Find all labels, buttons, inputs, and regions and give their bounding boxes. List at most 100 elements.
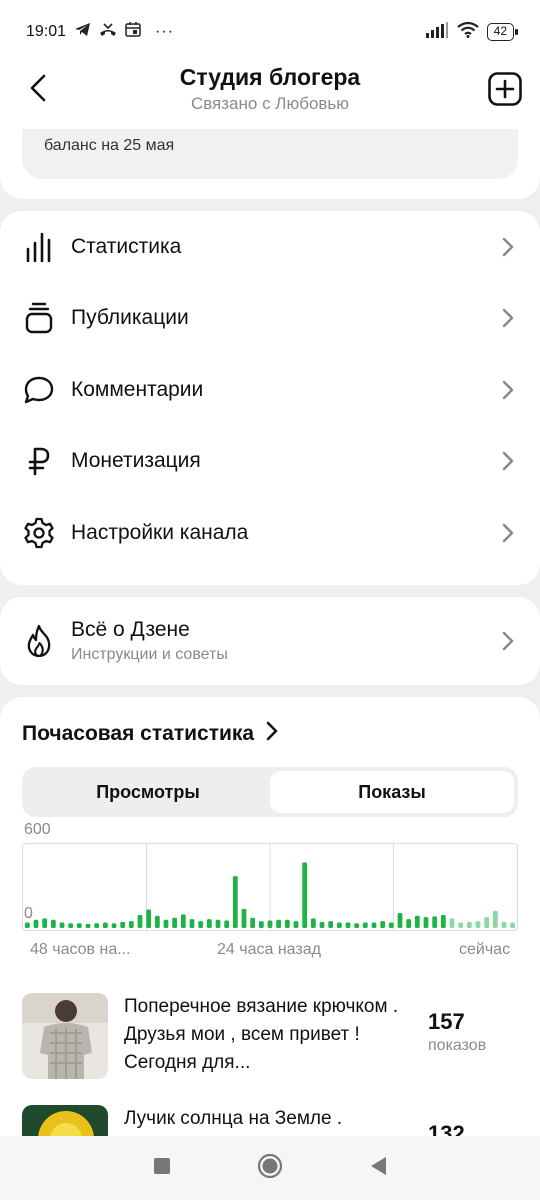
- publication-thumbnail: [22, 993, 108, 1079]
- chart-bar: [302, 862, 308, 928]
- more-indicator: ···: [155, 23, 175, 40]
- chart-bar: [267, 920, 273, 928]
- impressions-unit: показов: [428, 1037, 487, 1054]
- chart-bar: [380, 921, 386, 928]
- chart-bar: [354, 923, 360, 928]
- tab-impressions[interactable]: Показы: [270, 771, 514, 813]
- flame-icon: [22, 624, 56, 658]
- chart-bar: [319, 921, 325, 928]
- publication-impressions: 157 показов: [428, 993, 518, 1079]
- page-title: Студия блогера: [179, 64, 361, 90]
- chart-bar: [406, 919, 412, 928]
- impressions-count: 157: [428, 1009, 465, 1034]
- status-right: 42: [425, 21, 519, 43]
- chevron-right-icon: [498, 235, 518, 259]
- about-zen-title: Всё о Дзене: [71, 618, 190, 641]
- chart-bar: [111, 923, 117, 928]
- y-tick-label-max: 600: [24, 821, 51, 838]
- hourly-stats-header[interactable]: Почасовая статистика: [22, 721, 278, 746]
- comment-icon: [22, 373, 56, 407]
- chart-bar: [310, 918, 316, 928]
- status-bar: 19:01 ··· 42: [0, 0, 540, 64]
- about-zen-card[interactable]: Всё о Дзене Инструкции и советы: [0, 597, 540, 685]
- recent-apps-button[interactable]: [153, 1157, 171, 1180]
- ruble-icon: [22, 444, 56, 478]
- chart-bar: [154, 915, 160, 928]
- chart-bar: [250, 917, 256, 928]
- chart-bar: [50, 919, 56, 928]
- chart-bar: [449, 918, 455, 928]
- status-time: 19:01: [26, 23, 67, 40]
- publications-icon: [22, 301, 56, 335]
- chart-bar: [163, 919, 169, 928]
- battery-indicator: 42: [486, 23, 519, 41]
- gear-icon: [22, 516, 56, 550]
- menu-item-label: Монетизация: [71, 449, 201, 473]
- balance-card: баланс на 25 мая: [0, 129, 540, 199]
- chart-bar: [198, 921, 204, 928]
- signal-icon: [425, 21, 449, 43]
- page-subtitle: Связано с Любовью: [190, 94, 350, 113]
- chart-bar: [362, 922, 368, 928]
- chart-bar: [180, 914, 186, 928]
- telegram-icon: [74, 22, 91, 42]
- chart-bar: [241, 908, 247, 928]
- chevron-right-icon: [498, 306, 518, 330]
- chart-bar: [120, 921, 126, 928]
- chart-bar: [24, 922, 30, 928]
- chart-bar: [336, 922, 342, 928]
- chart-bar: [33, 919, 39, 928]
- calendar-icon: [125, 22, 141, 42]
- chart-bar: [224, 920, 230, 928]
- chart-bar: [232, 876, 238, 928]
- chart-bar: [59, 922, 65, 928]
- chart-bar: [258, 921, 264, 928]
- chart-bar: [371, 922, 377, 928]
- chart-bar: [466, 921, 472, 928]
- hourly-stats-title: Почасовая статистика: [22, 721, 255, 745]
- chart-bar: [146, 909, 152, 928]
- menu-item-monetization[interactable]: Монетизация: [0, 426, 540, 498]
- menu-item-label: Публикации: [71, 306, 189, 330]
- chart-svg: [24, 844, 516, 930]
- missed-call-icon: [99, 22, 117, 42]
- publication-item[interactable]: Поперечное вязание крючком . Друзья мои …: [22, 993, 518, 1079]
- chart-bar: [501, 921, 507, 928]
- chart-bar: [137, 915, 143, 928]
- add-publication-button[interactable]: [486, 70, 524, 108]
- home-button[interactable]: [257, 1153, 283, 1184]
- chart-bar: [128, 921, 134, 928]
- menu-item-statistics[interactable]: Статистика: [0, 211, 540, 283]
- chart-bar: [458, 922, 464, 928]
- chart-bar: [68, 923, 74, 928]
- chart-bar: [484, 917, 490, 928]
- balance-box[interactable]: баланс на 25 мая: [22, 129, 518, 179]
- chart-bar: [76, 923, 82, 928]
- system-nav-bar: [0, 1136, 540, 1200]
- x-tick-label-mid: 24 часа назад: [217, 941, 321, 958]
- menu-item-channel-settings[interactable]: Настройки канала: [0, 497, 540, 569]
- chevron-right-icon: [498, 449, 518, 473]
- chart-bar: [328, 921, 334, 928]
- back-nav-button[interactable]: [369, 1156, 387, 1181]
- menu-item-publications[interactable]: Публикации: [0, 283, 540, 355]
- chart-bar: [293, 921, 299, 928]
- menu-item-label: Настройки канала: [71, 520, 249, 544]
- y-tick-label-min: 0: [24, 905, 33, 922]
- publication-title: Поперечное вязание крючком . Друзья мои …: [124, 996, 399, 1073]
- chart-bar: [85, 923, 91, 928]
- app-header: Студия блогера Связано с Любовью: [0, 56, 540, 130]
- chart-bar: [475, 921, 481, 928]
- tab-views[interactable]: Просмотры: [26, 771, 270, 813]
- x-tick-label-end: сейчас: [459, 941, 511, 958]
- chart-bar: [172, 917, 178, 928]
- hourly-stats-card: Почасовая статистика Просмотры Показы 60…: [0, 697, 540, 1191]
- balance-date: баланс на 25 мая: [44, 137, 175, 154]
- studio-menu: Статистика Публикации Комментарии Монети…: [0, 211, 540, 585]
- chart-bar: [432, 916, 438, 928]
- menu-item-comments[interactable]: Комментарии: [0, 354, 540, 426]
- metric-toggle: Просмотры Показы: [22, 767, 518, 817]
- plus-square-icon: [488, 72, 522, 106]
- chart-bar: [284, 919, 290, 928]
- x-tick-label-start: 48 часов на...: [30, 941, 131, 958]
